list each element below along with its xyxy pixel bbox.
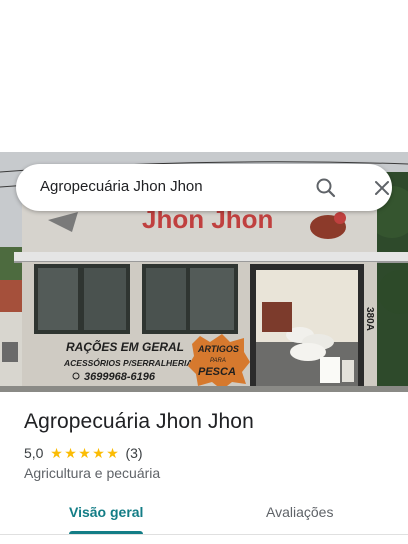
place-name: Agropecuária Jhon Jhon <box>24 410 254 433</box>
blank-map-area <box>0 0 408 152</box>
search-bar[interactable]: Agropecuária Jhon Jhon <box>16 164 392 211</box>
star-icon: ★ <box>106 445 119 461</box>
tab-divider <box>0 534 408 535</box>
star-icon: ★ <box>78 445 91 461</box>
tab-reviews[interactable]: Avaliações <box>266 504 333 520</box>
search-icon[interactable] <box>312 174 340 202</box>
wall-text-fishing: PESCA <box>198 366 236 378</box>
star-icon: ★ <box>92 445 105 461</box>
wall-phone: 3699968-6196 <box>84 371 156 383</box>
place-tabs: Visão geral Avaliações <box>0 494 408 538</box>
close-icon[interactable] <box>368 174 396 202</box>
place-category: Agricultura e pecuária <box>24 465 161 481</box>
rating-value: 5,0 <box>24 445 44 461</box>
tab-overview[interactable]: Visão geral <box>69 504 143 520</box>
wall-text-rations: RAÇÕES EM GERAL <box>66 339 184 354</box>
wall-text-articles: ARTIGOS <box>197 344 239 354</box>
star-icon: ★ <box>50 445 63 461</box>
rating-row[interactable]: 5,0 ★ ★ ★ ★ ★ (3) <box>24 444 143 462</box>
house-number: 380A <box>364 307 375 331</box>
wall-text-for: PARA <box>210 358 226 364</box>
wall-text-accessories: ACESSÓRIOS P/SERRALHERIA <box>63 357 192 368</box>
star-icon: ★ <box>64 445 77 461</box>
review-count[interactable]: (3) <box>125 445 142 461</box>
star-rating: ★ ★ ★ ★ ★ <box>49 446 119 460</box>
search-query[interactable]: Agropecuária Jhon Jhon <box>40 178 203 195</box>
